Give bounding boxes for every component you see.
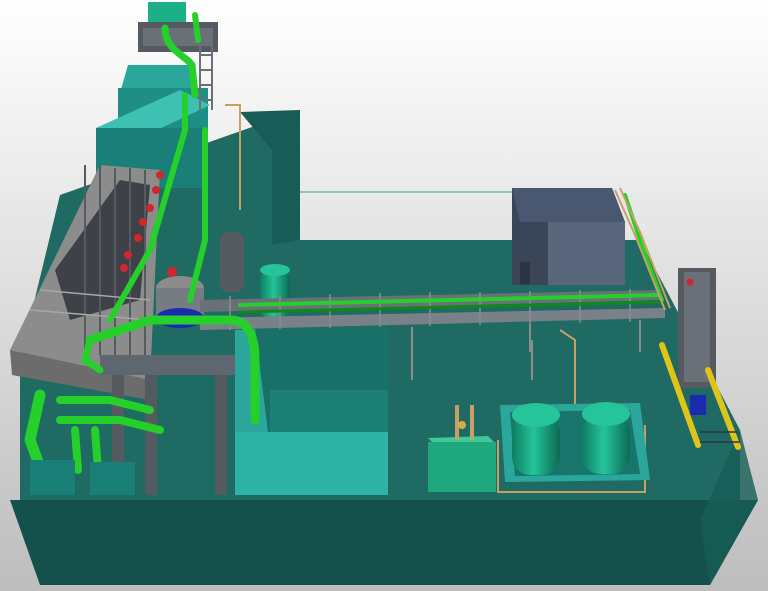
plant-3d-render xyxy=(0,0,768,591)
storage-block xyxy=(512,188,625,285)
storage-tanks xyxy=(500,402,650,482)
slab-front-face xyxy=(10,500,758,585)
